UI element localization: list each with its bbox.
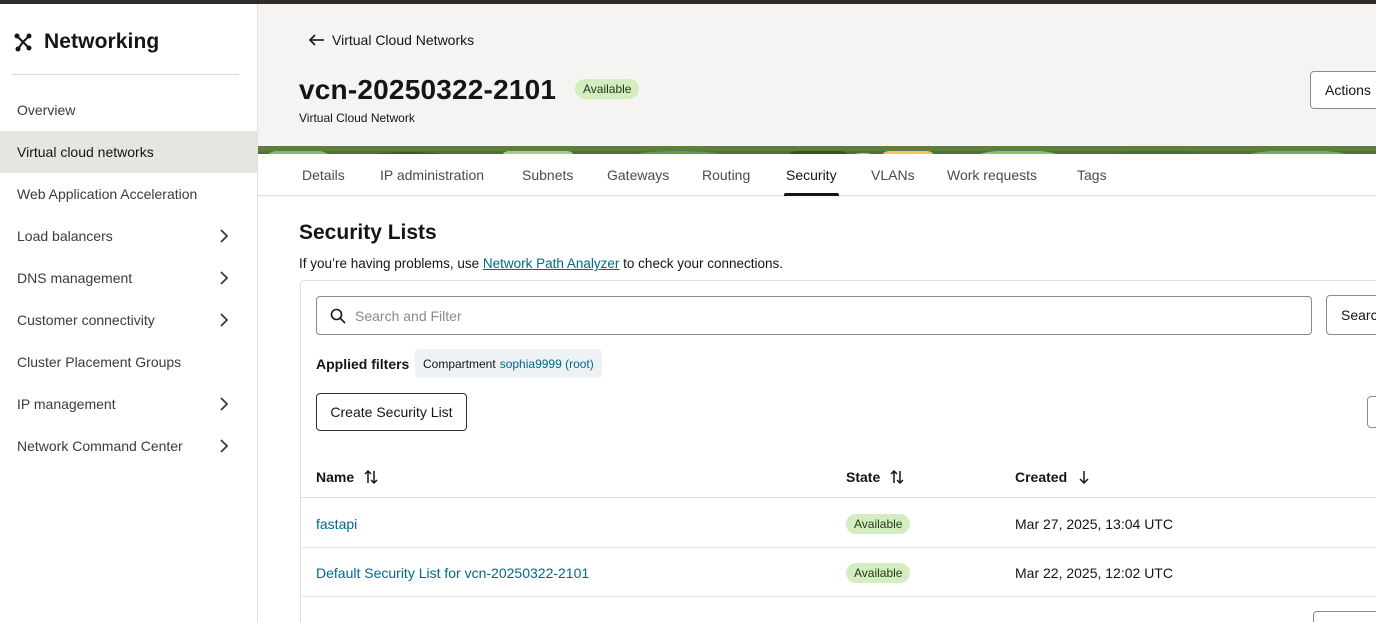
sidebar: Networking Overview Virtual cloud network…	[0, 4, 258, 622]
actions-button[interactable]: Actions	[1310, 71, 1376, 109]
tab-gateways[interactable]: Gateways	[607, 154, 669, 196]
status-badge: Available	[846, 562, 911, 583]
tab-security[interactable]: Security	[784, 154, 839, 196]
chevron-right-icon	[219, 313, 229, 327]
sidebar-item-dns-management[interactable]: DNS management	[0, 257, 257, 299]
search-icon	[330, 308, 346, 324]
pagination-button[interactable]	[1313, 611, 1376, 622]
sidebar-item-label: Overview	[17, 102, 76, 118]
table-header: Name State Created	[301, 456, 1376, 498]
more-icon[interactable]	[1371, 515, 1376, 531]
table-row: fastapi Available Mar 27, 2025, 13:04 UTC	[301, 499, 1376, 548]
network-path-analyzer-link[interactable]: Network Path Analyzer	[483, 256, 620, 271]
filter-chip-value[interactable]: sophia9999 (root)	[500, 357, 594, 371]
tab-work-requests[interactable]: Work requests	[947, 154, 1037, 196]
tab-subnets[interactable]: Subnets	[522, 154, 573, 196]
column-header-state[interactable]: State	[846, 456, 904, 498]
sidebar-item-web-application-acceleration[interactable]: Web Application Acceleration	[0, 173, 257, 215]
state-cell: Available	[846, 548, 911, 597]
arrow-down-icon[interactable]	[1077, 469, 1091, 485]
created-cell: Mar 27, 2025, 13:04 UTC	[1015, 515, 1173, 532]
decorative-banner	[258, 146, 1376, 154]
sort-icon[interactable]	[364, 469, 378, 485]
tab-routing[interactable]: Routing	[702, 154, 750, 196]
applied-filters-label: Applied filters	[316, 356, 410, 372]
tab-ip-administration[interactable]: IP administration	[380, 154, 484, 196]
security-list-name-link[interactable]: fastapi	[316, 499, 357, 548]
create-security-list-button[interactable]: Create Security List	[316, 393, 467, 431]
created-cell: Mar 22, 2025, 12:02 UTC	[1015, 564, 1173, 581]
sidebar-item-label: Web Application Acceleration	[17, 186, 198, 202]
sidebar-item-network-command-center[interactable]: Network Command Center	[0, 425, 257, 467]
search-field[interactable]	[316, 296, 1312, 335]
sort-icon[interactable]	[890, 469, 904, 485]
chevron-right-icon	[219, 271, 229, 285]
tab-bar: Details IP administration Subnets Gateways R…	[258, 154, 1376, 196]
search-button[interactable]: Search	[1326, 295, 1376, 335]
help-text-suffix: to check your connections.	[619, 256, 784, 271]
sidebar-menu: Overview Virtual cloud networks Web Applic…	[0, 89, 257, 467]
sidebar-item-label: Network Command Center	[17, 438, 183, 454]
status-badge: Available	[575, 79, 640, 99]
sidebar-item-customer-connectivity[interactable]: Customer connectivity	[0, 299, 257, 341]
column-settings-button[interactable]	[1367, 396, 1376, 428]
column-header-name[interactable]: Name	[316, 456, 378, 498]
tab-vlans[interactable]: VLANs	[871, 154, 915, 196]
sidebar-item-label: Virtual cloud networks	[17, 144, 154, 160]
column-header-label: State	[846, 469, 881, 485]
sidebar-item-virtual-cloud-networks[interactable]: Virtual cloud networks	[0, 131, 257, 173]
more-icon[interactable]	[1371, 564, 1376, 580]
compartment-filter-chip[interactable]: Compartment sophia9999 (root)	[415, 349, 602, 378]
main-content: Virtual Cloud Networks vcn-20250322-2101…	[258, 4, 1376, 622]
sidebar-item-label: DNS management	[17, 270, 133, 286]
sidebar-item-cluster-placement-groups[interactable]: Cluster Placement Groups	[0, 341, 257, 383]
sidebar-item-label: Cluster Placement Groups	[17, 354, 182, 370]
back-link-label: Virtual Cloud Networks	[332, 32, 475, 48]
filter-chip-key: Compartment	[423, 356, 496, 371]
back-to-vcns-link[interactable]: Virtual Cloud Networks	[308, 32, 474, 48]
security-list-name-link[interactable]: Default Security List for vcn-20250322-2…	[316, 548, 589, 597]
sidebar-item-overview[interactable]: Overview	[0, 89, 257, 131]
page-title: vcn-20250322-2101	[299, 74, 557, 105]
chevron-right-icon	[219, 439, 229, 453]
column-header-created[interactable]: Created	[1015, 456, 1091, 498]
column-header-label: Created	[1015, 469, 1068, 485]
sidebar-item-ip-management[interactable]: IP management	[0, 383, 257, 425]
table-row: Default Security List for vcn-20250322-2…	[301, 548, 1376, 597]
column-header-label: Name	[316, 469, 355, 485]
section-title: Security Lists	[299, 221, 437, 244]
sidebar-title: Networking	[44, 30, 160, 53]
status-badge: Available	[846, 513, 911, 534]
page-subtitle: Virtual Cloud Network	[299, 111, 415, 125]
tab-tags[interactable]: Tags	[1077, 154, 1107, 196]
chevron-right-icon	[219, 397, 229, 411]
page-header: Virtual Cloud Networks vcn-20250322-2101…	[258, 4, 1376, 147]
sidebar-item-label: Load balancers	[17, 228, 113, 244]
tab-details[interactable]: Details	[302, 154, 345, 196]
arrow-left-icon	[308, 33, 326, 47]
sidebar-item-load-balancers[interactable]: Load balancers	[0, 215, 257, 257]
sidebar-header: Networking	[12, 28, 159, 56]
chevron-right-icon	[219, 229, 229, 243]
state-cell: Available	[846, 499, 911, 548]
help-text-prefix: If you’re having problems, use	[299, 256, 483, 271]
search-input[interactable]	[355, 307, 1295, 324]
networking-icon	[12, 31, 34, 53]
security-lists-panel: Search Applied filters Compartment sophi…	[300, 280, 1376, 622]
sidebar-item-label: Customer connectivity	[17, 312, 155, 328]
sidebar-divider	[12, 74, 239, 75]
sidebar-item-label: IP management	[17, 396, 116, 412]
help-text: If you’re having problems, use Network P…	[299, 256, 783, 271]
